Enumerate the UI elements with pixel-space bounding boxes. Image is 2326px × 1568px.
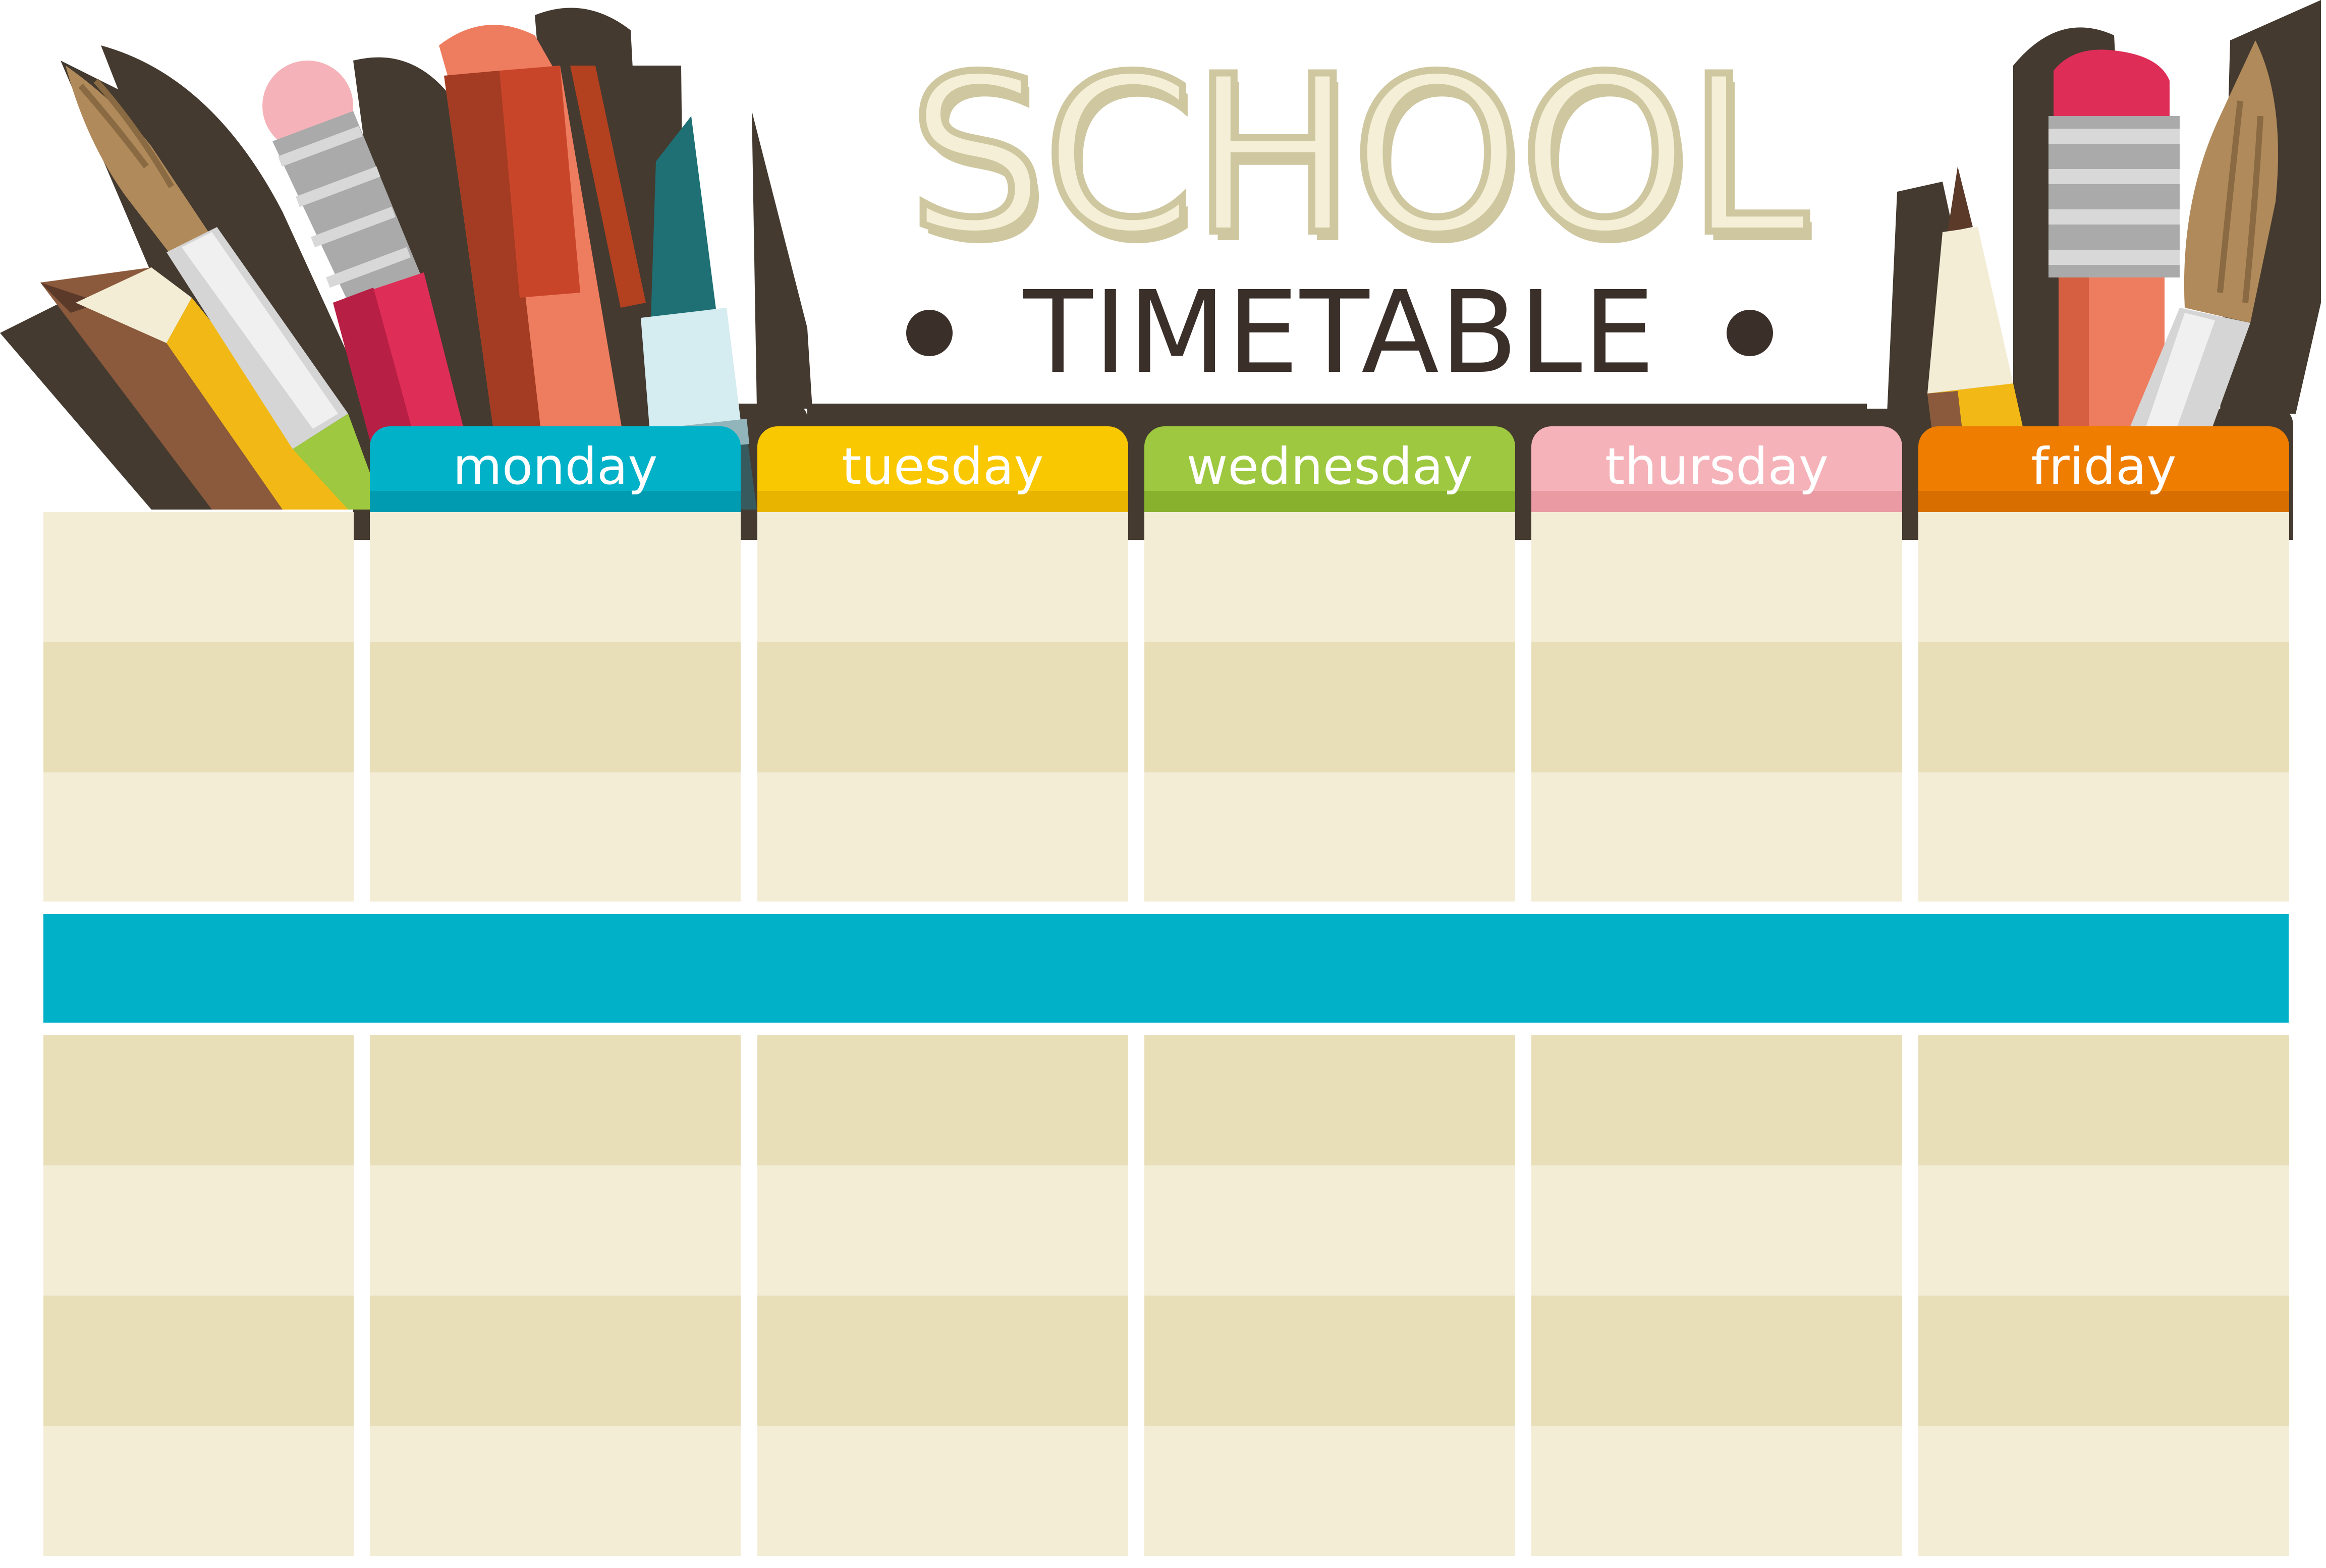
timetable-cell[interactable] (370, 772, 741, 902)
timetable-cell[interactable] (757, 1296, 1128, 1426)
timetable-cell[interactable] (43, 1296, 354, 1426)
timetable-cell[interactable] (1144, 1296, 1515, 1426)
timetable-cell[interactable] (43, 1426, 354, 1556)
timetable-cell[interactable] (1531, 1165, 1902, 1296)
timetable-cell[interactable] (370, 1165, 741, 1296)
tab-wednesday[interactable]: wednesday (1144, 426, 1515, 512)
timetable-cell[interactable] (1144, 1426, 1515, 1556)
timetable-cell[interactable] (1144, 512, 1515, 642)
timetable-cell[interactable] (1918, 642, 2289, 772)
timetable-cell[interactable] (757, 1426, 1128, 1556)
timetable-cell[interactable] (43, 512, 354, 642)
timetable-cell[interactable] (1918, 1035, 2289, 1165)
timetable-cell[interactable] (1531, 512, 1902, 642)
tab-friday-label: friday (2031, 436, 2177, 496)
timetable-cell[interactable] (43, 642, 354, 772)
bullet-dot-right (1726, 310, 1773, 356)
timetable-cell[interactable] (1918, 1165, 2289, 1296)
tab-monday[interactable]: monday (370, 426, 741, 512)
timetable-cell[interactable] (1144, 772, 1515, 902)
timetable-cell[interactable] (1531, 1035, 1902, 1165)
timetable-cell[interactable] (1144, 1165, 1515, 1296)
timetable-cell[interactable] (1531, 1296, 1902, 1426)
tab-tuesday-label: tuesday (842, 436, 1044, 496)
timetable-cell[interactable] (757, 772, 1128, 902)
tab-thursday-label: thursday (1604, 436, 1829, 496)
timetable-cell[interactable] (1531, 772, 1902, 902)
tab-friday[interactable]: friday (1918, 426, 2289, 512)
timetable-cell[interactable] (1144, 642, 1515, 772)
subtitle-row: TIMETABLE (898, 275, 1781, 391)
timetable-cell[interactable] (1918, 772, 2289, 902)
timetable-cell[interactable] (757, 1035, 1128, 1165)
tab-monday-label: monday (453, 436, 658, 496)
timetable-cell[interactable] (370, 1426, 741, 1556)
timetable-cell[interactable] (43, 772, 354, 902)
timetable-cell[interactable] (757, 642, 1128, 772)
timetable-cell[interactable] (1144, 1035, 1515, 1165)
page-subtitle: TIMETABLE (1023, 267, 1656, 399)
bullet-dot-left (906, 310, 953, 356)
timetable-cell[interactable] (370, 1296, 741, 1426)
tab-tuesday[interactable]: tuesday (757, 426, 1128, 512)
break-bar (43, 914, 2289, 1023)
right-stationery-group (1887, 0, 2321, 434)
timetable-cell[interactable] (370, 512, 741, 642)
timetable-cell[interactable] (1531, 642, 1902, 772)
timetable-cell[interactable] (1918, 1296, 2289, 1426)
tab-thursday[interactable]: thursday (1531, 426, 1902, 512)
timetable-cell[interactable] (370, 1035, 741, 1165)
timetable-cell[interactable] (1531, 1426, 1902, 1556)
timetable-cell[interactable] (757, 512, 1128, 642)
timetable-cell[interactable] (1918, 512, 2289, 642)
timetable-cell[interactable] (757, 1165, 1128, 1296)
silhouette-shape (752, 111, 812, 409)
timetable-cell[interactable] (370, 642, 741, 772)
timetable-cell[interactable] (43, 1165, 354, 1296)
page-title: SCHOOL (905, 30, 1811, 283)
timetable-cell[interactable] (1918, 1426, 2289, 1556)
timetable-cell[interactable] (43, 1035, 354, 1165)
tab-wednesday-label: wednesday (1186, 436, 1473, 496)
